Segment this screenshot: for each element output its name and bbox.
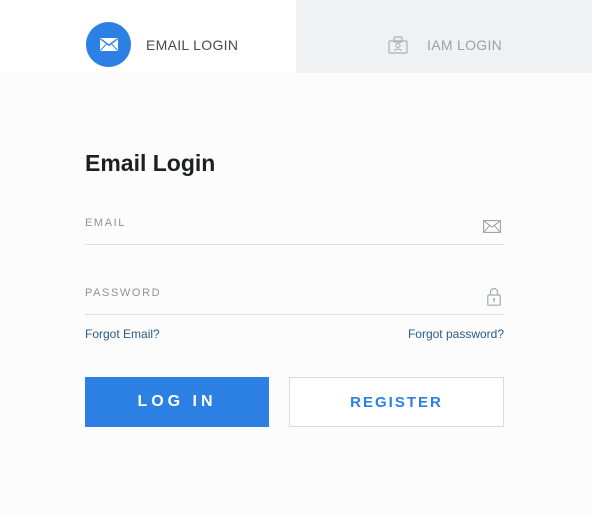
envelope-icon [483,220,501,233]
tab-email-label: EMAIL LOGIN [146,37,239,53]
tab-iam-login[interactable]: IAM LOGIN [296,0,592,73]
tab-email-icon-badge [86,22,131,67]
page-title: Email Login [85,150,216,176]
email-input[interactable] [85,203,469,245]
tab-iam-label: IAM LOGIN [427,37,503,53]
tab-email-login[interactable]: EMAIL LOGIN [0,0,296,73]
login-button[interactable]: LOG IN [85,377,269,427]
envelope-icon [99,38,118,51]
login-tabs: EMAIL LOGIN IAM LOGIN [0,0,592,73]
email-field: EMAIL [85,203,504,245]
forgot-password-link[interactable]: Forgot password? [408,327,504,341]
forgot-email-link[interactable]: Forgot Email? [85,327,160,341]
register-button[interactable]: REGISTER [289,377,504,427]
password-field: PASSWORD [85,273,504,315]
password-input[interactable] [85,273,469,315]
lock-icon [487,287,501,306]
id-card-icon [388,36,408,54]
